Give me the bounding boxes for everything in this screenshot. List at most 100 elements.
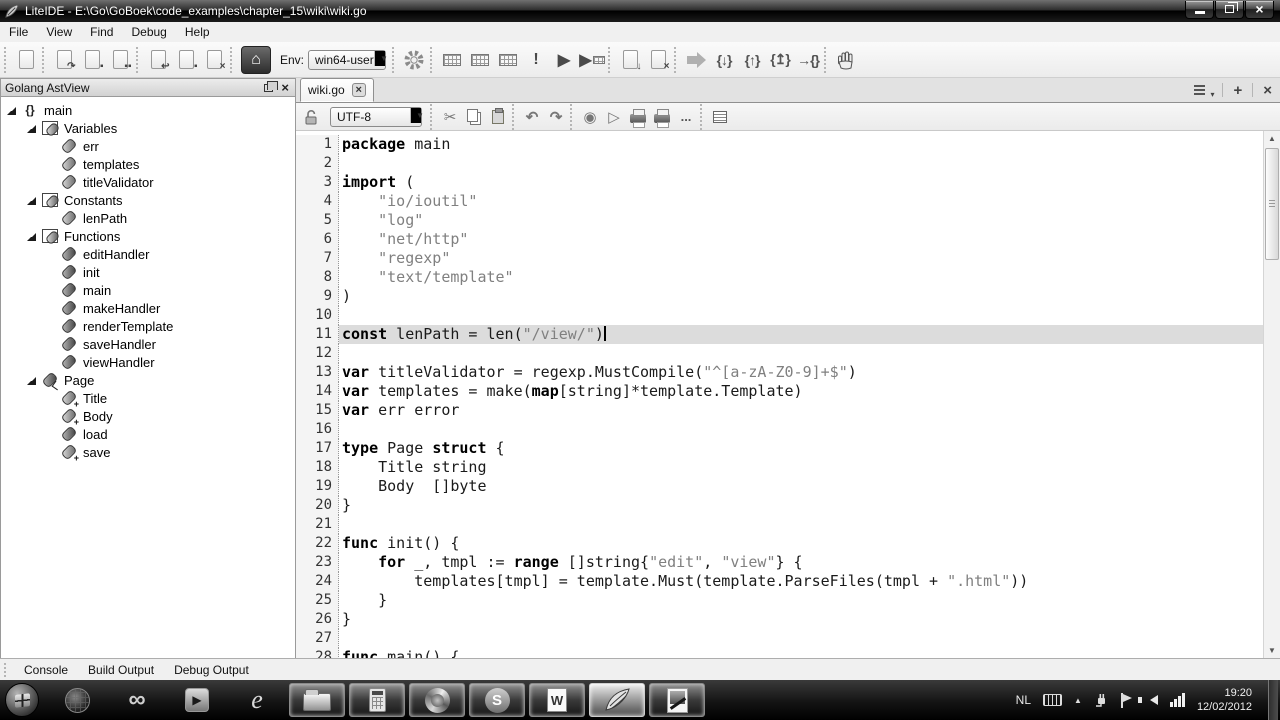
code-line-9[interactable]: 9) xyxy=(296,287,1263,306)
tree-item-functions[interactable]: Functions xyxy=(1,227,295,245)
keyboard-icon[interactable] xyxy=(1043,694,1062,706)
code-line-10[interactable]: 10 xyxy=(296,306,1263,325)
code-line-24[interactable]: 24 templates[tmpl] = template.Must(templ… xyxy=(296,572,1263,591)
more-button[interactable]: ... xyxy=(674,105,698,129)
tree-item-edithandler[interactable]: editHandler xyxy=(1,245,295,263)
toolbar-grip[interactable] xyxy=(4,663,8,677)
taskbar-button-skype[interactable]: S xyxy=(469,683,525,717)
menu-view[interactable]: View xyxy=(37,22,81,42)
toolbar-grip[interactable] xyxy=(512,104,516,130)
redo-button[interactable]: ↷ xyxy=(544,105,568,129)
tree-item-main[interactable]: main xyxy=(1,281,295,299)
tree-item-makehandler[interactable]: makeHandler xyxy=(1,299,295,317)
encoding-select[interactable]: UTF-8 ▼ xyxy=(330,107,422,127)
tree-item-savehandler[interactable]: saveHandler xyxy=(1,335,295,353)
tab-close-icon[interactable]: × xyxy=(352,83,366,97)
code-line-19[interactable]: 19 Body []byte xyxy=(296,477,1263,496)
taskbar-button-expression[interactable]: ∞ xyxy=(109,683,165,717)
record-button[interactable]: ◉ xyxy=(578,105,602,129)
clean-button[interactable] xyxy=(466,46,494,74)
save-all-button[interactable]: ▪▪ xyxy=(106,46,134,74)
save-as-button[interactable]: ▪ xyxy=(172,46,200,74)
code-line-16[interactable]: 16 xyxy=(296,420,1263,439)
toolbar-grip[interactable] xyxy=(230,47,234,73)
toolbar-grip[interactable] xyxy=(570,104,574,130)
format-block-button[interactable]: {↥} xyxy=(766,46,794,74)
tree-item-body[interactable]: Body xyxy=(1,407,295,425)
build-button[interactable] xyxy=(438,46,466,74)
stop-button[interactable]: ! xyxy=(522,46,550,74)
code-line-27[interactable]: 27 xyxy=(296,629,1263,648)
reload-file-button[interactable]: ↩ xyxy=(144,46,172,74)
undo-button[interactable]: ↶ xyxy=(520,105,544,129)
taskbar-clock[interactable]: 19:20 12/02/2012 xyxy=(1197,686,1256,714)
menu-debug[interactable]: Debug xyxy=(122,22,175,42)
toolbar-grip[interactable] xyxy=(824,47,828,73)
code-lines[interactable]: 1package main23import (4 "io/ioutil"5 "l… xyxy=(296,131,1263,658)
restore-button[interactable] xyxy=(1215,1,1244,19)
scroll-down-icon[interactable]: ▼ xyxy=(1264,643,1280,658)
code-line-8[interactable]: 8 "text/template" xyxy=(296,268,1263,287)
tree-item-variables[interactable]: Variables xyxy=(1,119,295,137)
vertical-scrollbar[interactable]: ▲ ▼ xyxy=(1263,131,1280,658)
code-line-4[interactable]: 4 "io/ioutil" xyxy=(296,192,1263,211)
format-indent-button[interactable]: {↓} xyxy=(710,46,738,74)
print-button[interactable] xyxy=(626,105,650,129)
expander-icon[interactable] xyxy=(27,377,36,385)
tree-item-templates[interactable]: templates xyxy=(1,155,295,173)
taskbar-button-network-globe[interactable] xyxy=(49,683,105,717)
bottom-tab-console[interactable]: Console xyxy=(14,660,78,680)
format-outdent-button[interactable]: {↑} xyxy=(738,46,766,74)
expander-icon[interactable] xyxy=(27,197,36,205)
language-indicator[interactable]: NL xyxy=(1016,693,1031,707)
code-line-21[interactable]: 21 xyxy=(296,515,1263,534)
new-file-button[interactable] xyxy=(12,46,40,74)
tree-item-main[interactable]: {}main xyxy=(1,101,295,119)
jump-button[interactable] xyxy=(682,46,710,74)
tree-item-constants[interactable]: Constants xyxy=(1,191,295,209)
code-line-26[interactable]: 26} xyxy=(296,610,1263,629)
menu-file[interactable]: File xyxy=(0,22,37,42)
code-line-15[interactable]: 15var err error xyxy=(296,401,1263,420)
toolbar-grip[interactable] xyxy=(4,47,8,73)
code-line-6[interactable]: 6 "net/http" xyxy=(296,230,1263,249)
code-line-17[interactable]: 17type Page struct { xyxy=(296,439,1263,458)
action-center-flag-icon[interactable] xyxy=(1120,693,1133,708)
export-down-button[interactable]: ↓ xyxy=(616,46,644,74)
lock-button[interactable] xyxy=(300,105,324,129)
tree-item-title[interactable]: Title xyxy=(1,389,295,407)
tree-item-titlevalidator[interactable]: titleValidator xyxy=(1,173,295,191)
menu-find[interactable]: Find xyxy=(81,22,122,42)
toolbar-grip[interactable] xyxy=(430,47,434,73)
taskbar-button-firefox[interactable] xyxy=(409,683,465,717)
toolbar-grip[interactable] xyxy=(136,47,140,73)
code-line-14[interactable]: 14var templates = make(map[string]*templ… xyxy=(296,382,1263,401)
taskbar-button-photo-viewer[interactable] xyxy=(649,683,705,717)
tree-item-init[interactable]: init xyxy=(1,263,295,281)
toolbar-grip[interactable] xyxy=(42,47,46,73)
tree-item-lenpath[interactable]: lenPath xyxy=(1,209,295,227)
format-inline-button[interactable]: →{} xyxy=(794,46,822,74)
code-line-7[interactable]: 7 "regexp" xyxy=(296,249,1263,268)
code-line-2[interactable]: 2 xyxy=(296,154,1263,173)
tree-item-viewhandler[interactable]: viewHandler xyxy=(1,353,295,371)
code-line-28[interactable]: 28func main() { xyxy=(296,648,1263,658)
run-button[interactable]: ▶ xyxy=(550,46,578,74)
show-desktop-button[interactable] xyxy=(1268,680,1278,720)
network-bars-icon[interactable] xyxy=(1170,693,1185,707)
cut-button[interactable]: ✂ xyxy=(438,105,462,129)
code-line-3[interactable]: 3import ( xyxy=(296,173,1263,192)
tree-item-load[interactable]: load xyxy=(1,425,295,443)
code-line-1[interactable]: 1package main xyxy=(296,135,1263,154)
toolbar-grip[interactable] xyxy=(430,104,434,130)
copy-button[interactable] xyxy=(462,105,486,129)
scroll-up-icon[interactable]: ▲ xyxy=(1264,131,1280,146)
code-line-12[interactable]: 12 xyxy=(296,344,1263,363)
tab-wiki-go[interactable]: wiki.go × xyxy=(300,78,374,102)
new-tab-icon[interactable]: + xyxy=(1233,82,1242,99)
float-panel-icon[interactable] xyxy=(264,84,273,92)
env-select[interactable]: win64-user ▼ xyxy=(308,50,386,70)
export-close-button[interactable]: × xyxy=(644,46,672,74)
home-button[interactable]: ⌂ xyxy=(241,46,271,74)
tree-item-err[interactable]: err xyxy=(1,137,295,155)
